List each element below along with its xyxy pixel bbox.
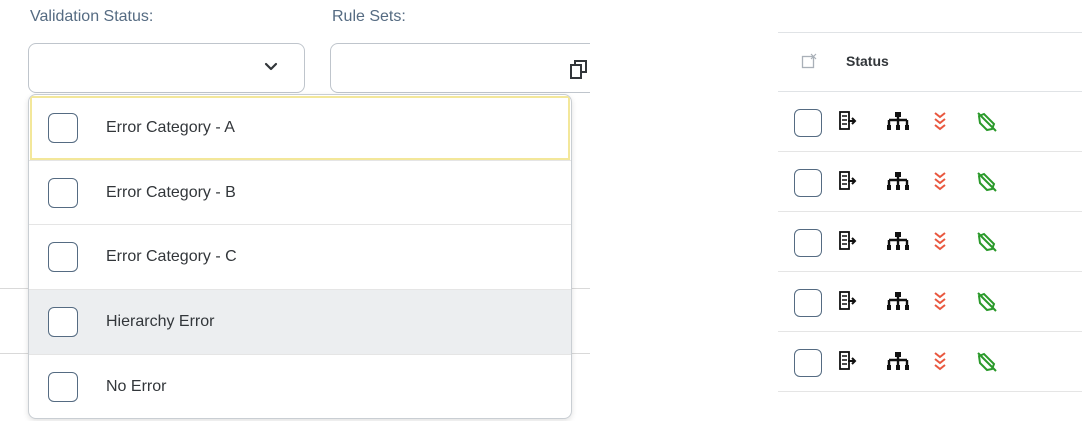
- chevron-down-icon[interactable]: [264, 62, 278, 72]
- priority-low-icon: [934, 352, 946, 371]
- priority-low-icon: [934, 172, 946, 191]
- hierarchy-icon: [887, 352, 909, 370]
- rule-icon: [977, 292, 997, 312]
- hierarchy-icon: [887, 112, 909, 130]
- row-checkbox[interactable]: [794, 289, 822, 317]
- filter-bar: Validation Status: Rule Sets: Error Cate…: [0, 0, 590, 421]
- export-icon: [839, 171, 857, 190]
- validation-status-label: Validation Status:: [30, 8, 154, 25]
- hierarchy-icon: [887, 292, 909, 310]
- export-icon: [839, 231, 857, 250]
- value-help-icon[interactable]: [569, 58, 589, 80]
- rule-sets-label: Rule Sets:: [332, 8, 406, 25]
- status-column-header: Status: [846, 53, 889, 69]
- option-label: No Error: [106, 378, 167, 395]
- row-checkbox[interactable]: [794, 229, 822, 257]
- table-row: [778, 152, 1082, 212]
- export-icon: [839, 351, 857, 370]
- rule-sets-input[interactable]: [330, 43, 590, 93]
- priority-low-icon: [934, 292, 946, 311]
- background-divider: [0, 288, 28, 289]
- table-row: [778, 272, 1082, 332]
- option-checkbox[interactable]: [48, 372, 78, 402]
- dropdown-option[interactable]: Error Category - B: [29, 161, 571, 225]
- select-all-icon[interactable]: [801, 53, 817, 69]
- status-table: Status: [778, 32, 1082, 398]
- dropdown-option[interactable]: Error Category - C: [29, 225, 571, 290]
- export-icon: [839, 291, 857, 310]
- dropdown-option[interactable]: Hierarchy Error: [29, 290, 571, 355]
- row-checkbox[interactable]: [794, 349, 822, 377]
- hierarchy-icon: [887, 232, 909, 250]
- validation-status-select[interactable]: [28, 43, 305, 93]
- rule-icon: [977, 232, 997, 252]
- option-checkbox[interactable]: [48, 242, 78, 272]
- rule-icon: [977, 112, 997, 132]
- table-row: [778, 92, 1082, 152]
- validation-status-dropdown: Error Category - A Error Category - B Er…: [28, 94, 572, 419]
- hierarchy-icon: [887, 172, 909, 190]
- option-checkbox[interactable]: [48, 113, 78, 143]
- rule-icon: [977, 172, 997, 192]
- row-checkbox[interactable]: [794, 169, 822, 197]
- option-label: Error Category - C: [106, 248, 237, 265]
- background-divider: [572, 353, 590, 354]
- table-row: [778, 332, 1082, 392]
- option-checkbox[interactable]: [48, 178, 78, 208]
- background-divider: [572, 288, 590, 289]
- dropdown-option[interactable]: Error Category - A: [29, 95, 571, 161]
- rule-icon: [977, 352, 997, 372]
- row-checkbox[interactable]: [794, 109, 822, 137]
- table-row: [778, 212, 1082, 272]
- option-label: Error Category - B: [106, 184, 236, 201]
- table-header: Status: [778, 32, 1082, 92]
- option-label: Error Category - A: [106, 119, 235, 136]
- option-checkbox[interactable]: [48, 307, 78, 337]
- priority-low-icon: [934, 232, 946, 251]
- background-divider: [0, 353, 28, 354]
- option-label: Hierarchy Error: [106, 313, 215, 330]
- dropdown-option[interactable]: No Error: [29, 355, 571, 418]
- export-icon: [839, 111, 857, 130]
- priority-low-icon: [934, 112, 946, 131]
